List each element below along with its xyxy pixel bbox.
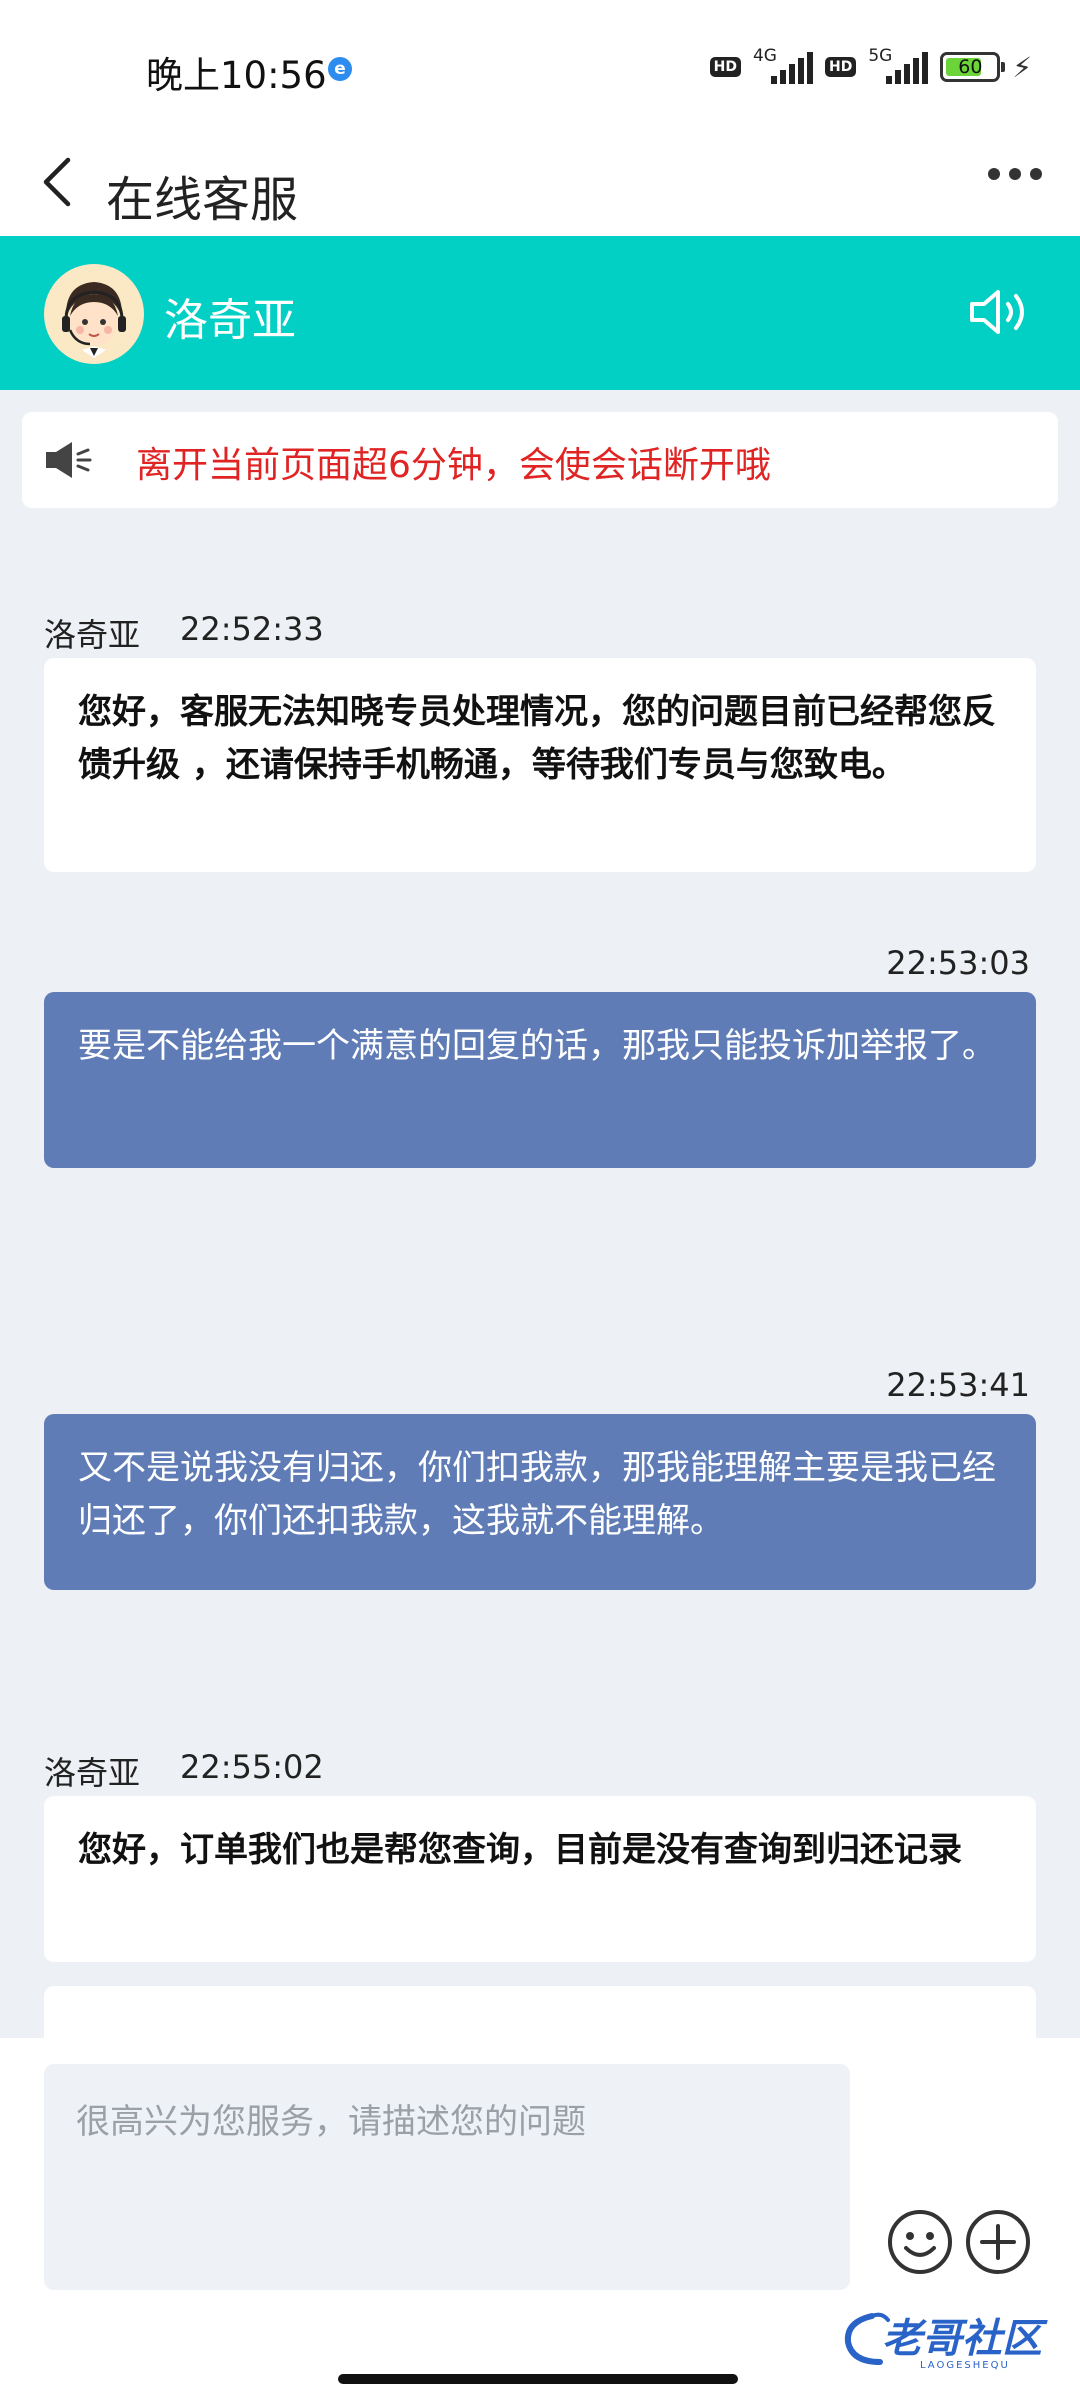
- message-timestamp: 22:55:02: [180, 1748, 324, 1786]
- add-plus-icon[interactable]: [964, 2208, 1032, 2276]
- status-time: 晚上10:56: [146, 54, 327, 97]
- home-indicator[interactable]: [338, 2374, 738, 2384]
- megaphone-icon: [46, 442, 92, 478]
- battery-level: 60: [958, 56, 983, 78]
- message-sender: 洛奇亚: [44, 616, 141, 654]
- message-timestamp: 22:52:33: [180, 610, 324, 648]
- message-timestamp: 22:53:41: [886, 1366, 1030, 1404]
- user-message-bubble: 要是不能给我一个满意的回复的话，那我只能投诉加举报了。: [44, 992, 1036, 1168]
- signal-icon-sim2: 5G: [868, 46, 929, 84]
- watermark-text: 老哥社区: [882, 2316, 1048, 2362]
- page-title: 在线客服: [106, 172, 299, 228]
- status-indicators: HD 4G HD 5G 60 ⚡: [709, 46, 1032, 84]
- session-timeout-notice: 离开当前页面超6分钟，会使会话断开哦: [22, 412, 1058, 508]
- agent-avatar: [44, 264, 144, 364]
- notice-text: 离开当前页面超6分钟，会使会话断开哦: [136, 445, 771, 486]
- agent-name: 洛奇亚: [164, 295, 296, 346]
- agent-message-bubble: 您好，客服无法知晓专员处理情况，您的问题目前已经帮您反馈升级 ，还请保持手机畅通…: [44, 658, 1036, 872]
- message-timestamp: 22:53:03: [886, 944, 1030, 982]
- charging-icon: ⚡: [1012, 50, 1032, 84]
- agent-message-bubble: 您好，订单我们也是帮您查询，目前是没有查询到归还记录: [44, 1796, 1036, 1962]
- agent-header: 洛奇亚: [0, 236, 1080, 390]
- hd-badge-sim1: HD: [709, 57, 741, 77]
- watermark-subtext: LAOGESHEQU: [920, 2360, 1010, 2370]
- signal-icon-sim1: 4G: [753, 46, 813, 84]
- more-options-button[interactable]: [988, 168, 1042, 180]
- input-bar: 老哥社区 LAOGESHEQU: [0, 2038, 1080, 2400]
- agent-message-bubble: [44, 1986, 1036, 2038]
- back-button[interactable]: [36, 152, 92, 212]
- status-bar: 晚上10:56 e HD 4G HD 5G 60 ⚡: [0, 0, 1080, 130]
- message-sender: 洛奇亚: [44, 1754, 141, 1792]
- more-dot-icon: [1009, 168, 1021, 180]
- message-input[interactable]: [44, 2064, 850, 2290]
- battery-icon: 60: [940, 52, 1006, 82]
- chat-message-list[interactable]: 洛奇亚 22:52:33 您好，客服无法知晓专员处理情况，您的问题目前已经帮您反…: [0, 530, 1080, 2038]
- user-message-bubble: 又不是说我没有归还，你们扣我款，那我能理解主要是我已经归还了，你们还扣我款，这我…: [44, 1414, 1036, 1590]
- hd-badge-sim2: HD: [824, 57, 857, 77]
- nav-bar: 在线客服: [0, 130, 1080, 236]
- more-dot-icon: [1030, 168, 1042, 180]
- speaker-volume-icon[interactable]: [966, 282, 1036, 342]
- browser-badge-icon: e: [328, 57, 352, 81]
- watermark-logo: 老哥社区 LAOGESHEQU: [844, 2312, 1048, 2370]
- emoji-icon[interactable]: [886, 2208, 954, 2276]
- more-dot-icon: [988, 168, 1000, 180]
- chevron-left-icon: [43, 157, 71, 207]
